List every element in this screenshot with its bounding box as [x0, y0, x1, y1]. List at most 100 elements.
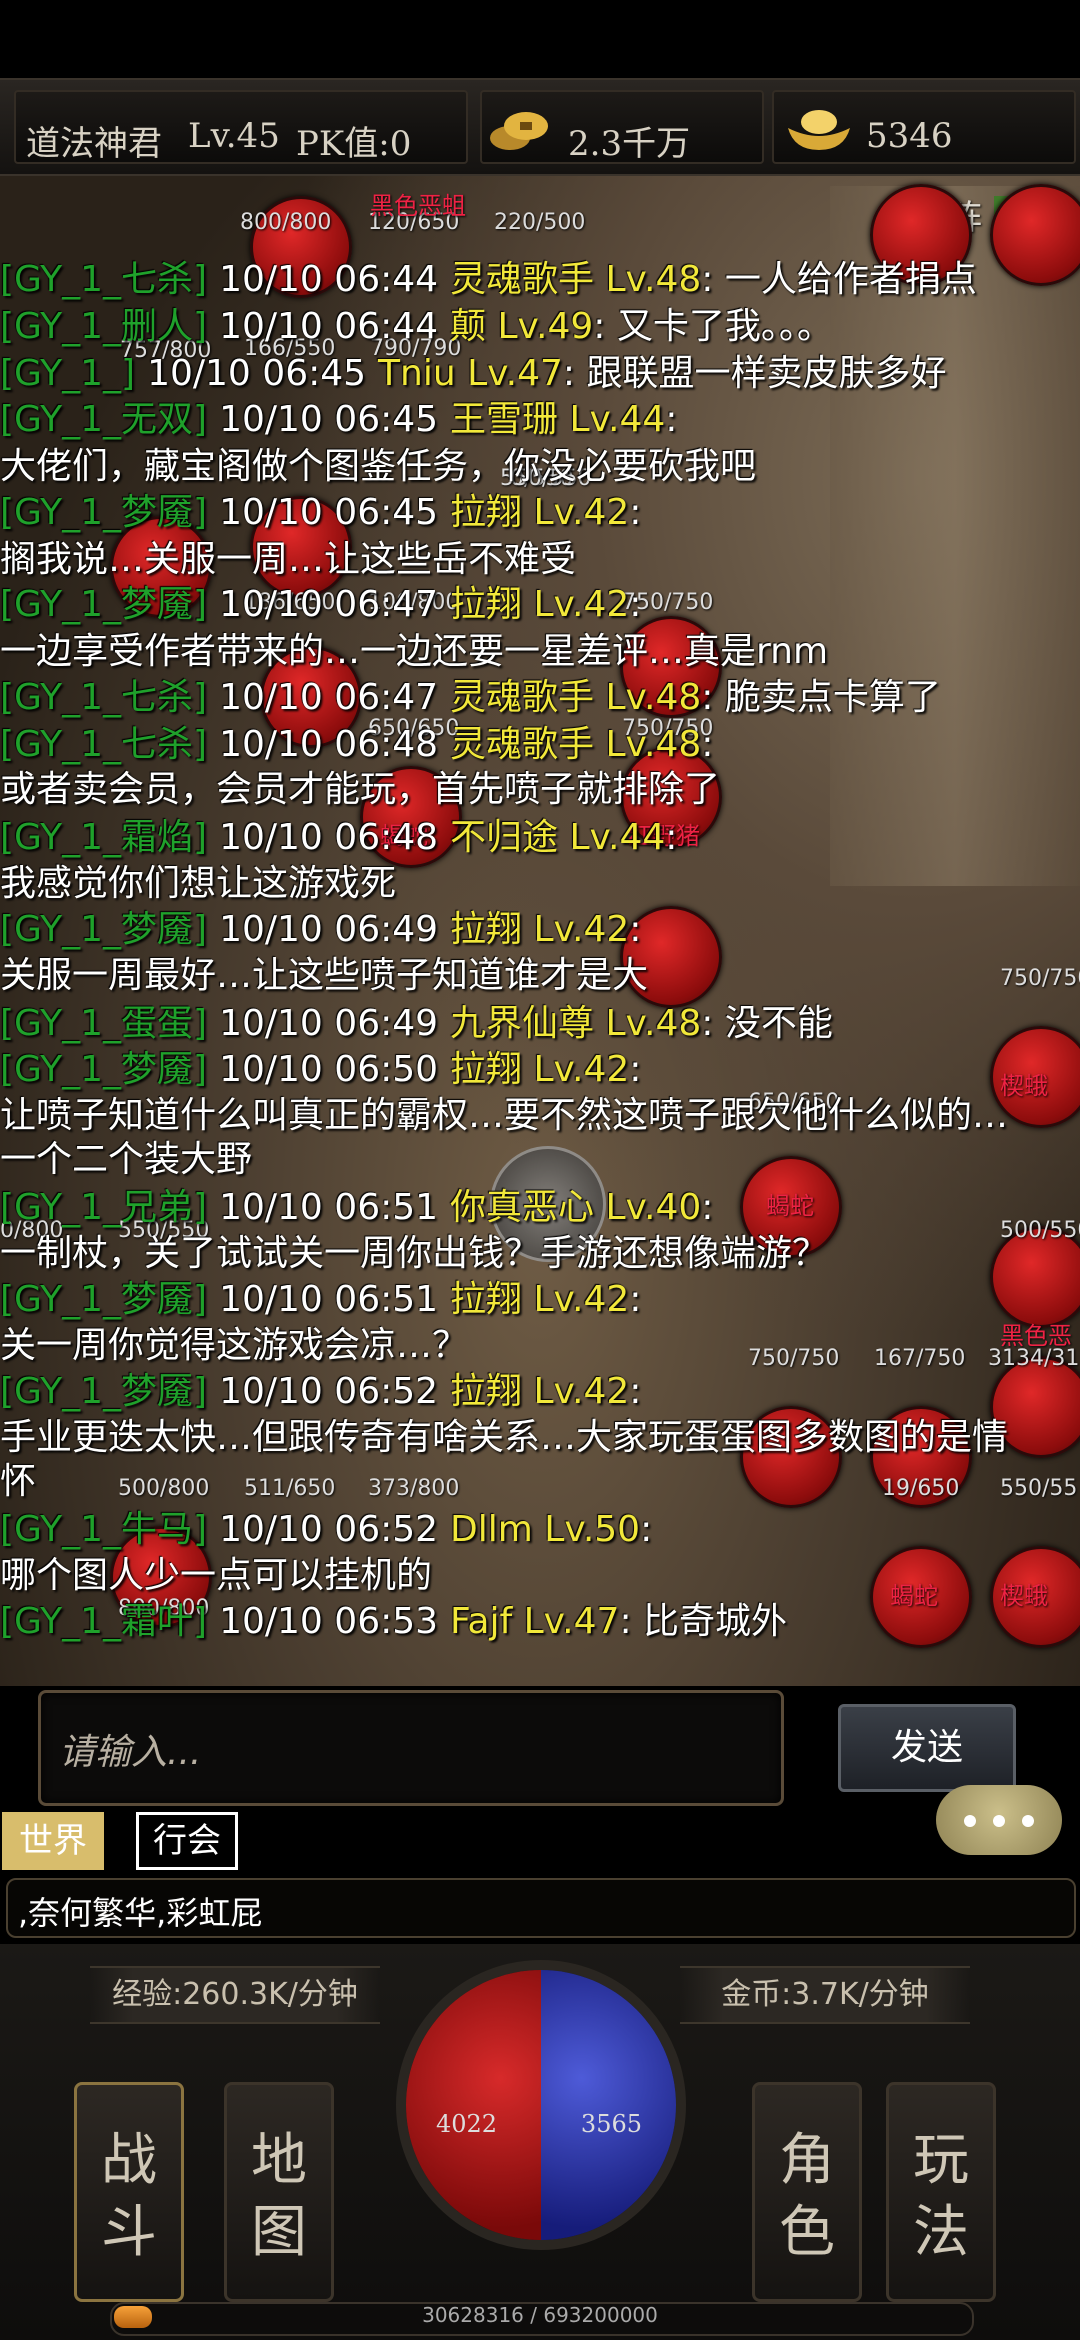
chat-text: :: [629, 1279, 642, 1320]
chat-text: 一制杖，关了试试关一周你出钱？手游还想像端游？: [0, 1233, 829, 1274]
chat-text: : 比奇城外: [619, 1601, 788, 1642]
chat-time: 10/10 06:49: [219, 909, 439, 950]
chat-channel: [GY_1_七杀]: [0, 677, 208, 718]
chat-channel: [GY_1_霜焰]: [0, 817, 208, 858]
ingot-amount: 5346: [866, 116, 953, 156]
chat-line: [GY_1_无双] 10/10 06:45 王雪珊 Lv.44:: [0, 398, 677, 442]
chat-time: 10/10 06:51: [219, 1187, 439, 1228]
chat-sender[interactable]: 拉翔 Lv.42: [450, 492, 629, 533]
gameplay-button[interactable]: 玩法: [886, 2082, 996, 2302]
chat-channel: [GY_1_梦魇]: [0, 492, 208, 533]
chat-line: 我感觉你们想让这游戏死: [0, 862, 396, 906]
chat-sender[interactable]: 不归途 Lv.44: [450, 817, 665, 858]
battle-button[interactable]: 战斗: [74, 2082, 184, 2302]
exp-rate: 经验:260.3K/分钟: [90, 1966, 380, 2024]
status-bar: 道法神君 Lv.45 PK值:0 2.3千万 5346: [0, 78, 1080, 176]
chat-channel: [GY_1_无双]: [0, 399, 208, 440]
chat-sender[interactable]: Fajf Lv.47: [450, 1601, 619, 1642]
chat-line: 哪个图人少一点可以挂机的: [0, 1554, 432, 1598]
gold-ingot-icon: [788, 110, 850, 150]
chat-input[interactable]: 请输入...: [38, 1690, 784, 1806]
chat-text: :: [629, 1371, 642, 1412]
chat-line: 一个二个装大野: [0, 1138, 252, 1182]
send-button[interactable]: 发送: [838, 1704, 1016, 1792]
chat-time: 10/10 06:50: [219, 1049, 439, 1090]
chat-text: :: [665, 817, 678, 858]
gold-amount: 2.3千万: [568, 124, 691, 164]
chat-sender[interactable]: 拉翔 Lv.42: [450, 584, 629, 625]
chat-line: 搁我说…关服一周…让这些岳不难受: [0, 538, 576, 582]
chat-channel: [GY_1_]: [0, 353, 136, 394]
pk-value: PK值:0: [296, 124, 412, 164]
chat-sender[interactable]: 你真恶心 Lv.40: [450, 1187, 701, 1228]
map-button[interactable]: 地图: [224, 2082, 334, 2302]
chat-time: 10/10 06:45: [147, 353, 367, 394]
gold-rate: 金币:3.7K/分钟: [680, 1966, 970, 2024]
chat-sender[interactable]: 拉翔 Lv.42: [450, 1371, 629, 1412]
chat-sender[interactable]: 颠 Lv.49: [450, 306, 593, 347]
system-message-bar[interactable]: ,奈何繁华,彩虹屁: [6, 1878, 1076, 1938]
chat-channel: [GY_1_梦魇]: [0, 1279, 208, 1320]
hp-label: 220/500: [494, 210, 586, 235]
chat-text: :: [629, 492, 642, 533]
mp-orb: [541, 1970, 676, 2240]
chat-time: 10/10 06:49: [219, 1003, 439, 1044]
chat-sender[interactable]: 拉翔 Lv.42: [450, 909, 629, 950]
chat-channel: [GY_1_七杀]: [0, 724, 208, 765]
chat-time: 10/10 06:53: [219, 1601, 439, 1642]
chat-line: [GY_1_霜叶] 10/10 06:53 Fajf Lv.47: 比奇城外: [0, 1600, 787, 1644]
chat-text: 哪个图人少一点可以挂机的: [0, 1555, 433, 1596]
character-button[interactable]: 角色: [752, 2082, 862, 2302]
chat-channel: [GY_1_牛马]: [0, 1509, 208, 1550]
chat-sender[interactable]: 灵魂歌手 Lv.48: [450, 677, 701, 718]
chat-text: 关服一周最好…让这些喷子知道谁才是大: [0, 955, 649, 996]
chat-line: [GY_1_梦魇] 10/10 06:52 拉翔 Lv.42:: [0, 1370, 641, 1414]
chat-sender[interactable]: 拉翔 Lv.42: [450, 1049, 629, 1090]
chat-channel: [GY_1_梦魇]: [0, 1371, 208, 1412]
chat-text: 手业更迭太快…但跟传奇有啥关系…大家玩蛋蛋图多数图的是情: [0, 1417, 1009, 1458]
chat-sender[interactable]: 灵魂歌手 Lv.48: [450, 724, 701, 765]
chat-sender[interactable]: Dllm Lv.50: [450, 1509, 640, 1550]
chat-channel: [GY_1_霜叶]: [0, 1601, 208, 1642]
chat-line: 一边享受作者带来的…一边还要一星差评…真是rnm: [0, 630, 828, 674]
chat-log[interactable]: [GY_1_七杀] 10/10 06:44 灵魂歌手 Lv.48: 一人给作者捐点[…: [0, 258, 1080, 1668]
chat-text: : 脆卖点卡算了: [701, 677, 941, 718]
chat-text: :: [629, 909, 642, 950]
chat-time: 10/10 06:47: [219, 677, 439, 718]
chat-sender[interactable]: 王雪珊 Lv.44: [450, 399, 665, 440]
chat-time: 10/10 06:48: [219, 724, 439, 765]
chat-sender[interactable]: Tniu Lv.47: [378, 353, 563, 394]
chat-sender[interactable]: 拉翔 Lv.42: [450, 1279, 629, 1320]
chat-text: 关一周你觉得这游戏会凉…？: [0, 1325, 469, 1366]
chat-text: : 一人给作者捐点: [701, 259, 977, 300]
chat-time: 10/10 06:51: [219, 1279, 439, 1320]
chat-time: 10/10 06:47: [219, 584, 439, 625]
chat-text: 搁我说…关服一周…让这些岳不难受: [0, 539, 577, 580]
battle-button-label: 战斗: [101, 2128, 157, 2265]
tab-guild[interactable]: 行会: [136, 1812, 238, 1870]
hp-value: 4022: [436, 2110, 498, 2138]
chat-channel: [GY_1_删人]: [0, 306, 208, 347]
exp-text: 30628316 / 693200000: [422, 2303, 658, 2327]
player-info-panel: 道法神君 Lv.45 PK值:0: [14, 90, 468, 164]
chat-line: 关一周你觉得这游戏会凉…？: [0, 1324, 468, 1368]
chat-time: 10/10 06:44: [219, 306, 439, 347]
chat-line: [GY_1_霜焰] 10/10 06:48 不归途 Lv.44:: [0, 816, 677, 860]
chat-text: 大佬们，藏宝阁做个图鉴任务，你没必要砍我吧: [0, 446, 757, 487]
chat-text: :: [665, 399, 678, 440]
chat-channel: [GY_1_兄弟]: [0, 1187, 208, 1228]
chat-line: [GY_1_] 10/10 06:45 Tniu Lv.47: 跟联盟一样卖皮肤多好: [0, 352, 947, 396]
chat-sender[interactable]: 灵魂歌手 Lv.48: [450, 259, 701, 300]
chat-input-placeholder: 请输入...: [59, 1732, 202, 1773]
system-message-text: ,奈何繁华,彩虹屁: [18, 1894, 263, 1932]
tab-world[interactable]: 世界: [2, 1812, 104, 1870]
chat-line: [GY_1_蛋蛋] 10/10 06:49 九界仙尊 Lv.48: 没不能: [0, 1002, 833, 1046]
chat-text: 怀: [0, 1461, 37, 1502]
chat-line: 手业更迭太快…但跟传奇有啥关系…大家玩蛋蛋图多数图的是情: [0, 1416, 1008, 1460]
chat-time: 10/10 06:48: [219, 817, 439, 858]
chat-bubble-icon[interactable]: [936, 1785, 1062, 1855]
chat-sender[interactable]: 九界仙尊 Lv.48: [450, 1003, 701, 1044]
chat-channel: [GY_1_梦魇]: [0, 909, 208, 950]
chat-line: 关服一周最好…让这些喷子知道谁才是大: [0, 954, 648, 998]
chat-line: [GY_1_梦魇] 10/10 06:50 拉翔 Lv.42:: [0, 1048, 641, 1092]
